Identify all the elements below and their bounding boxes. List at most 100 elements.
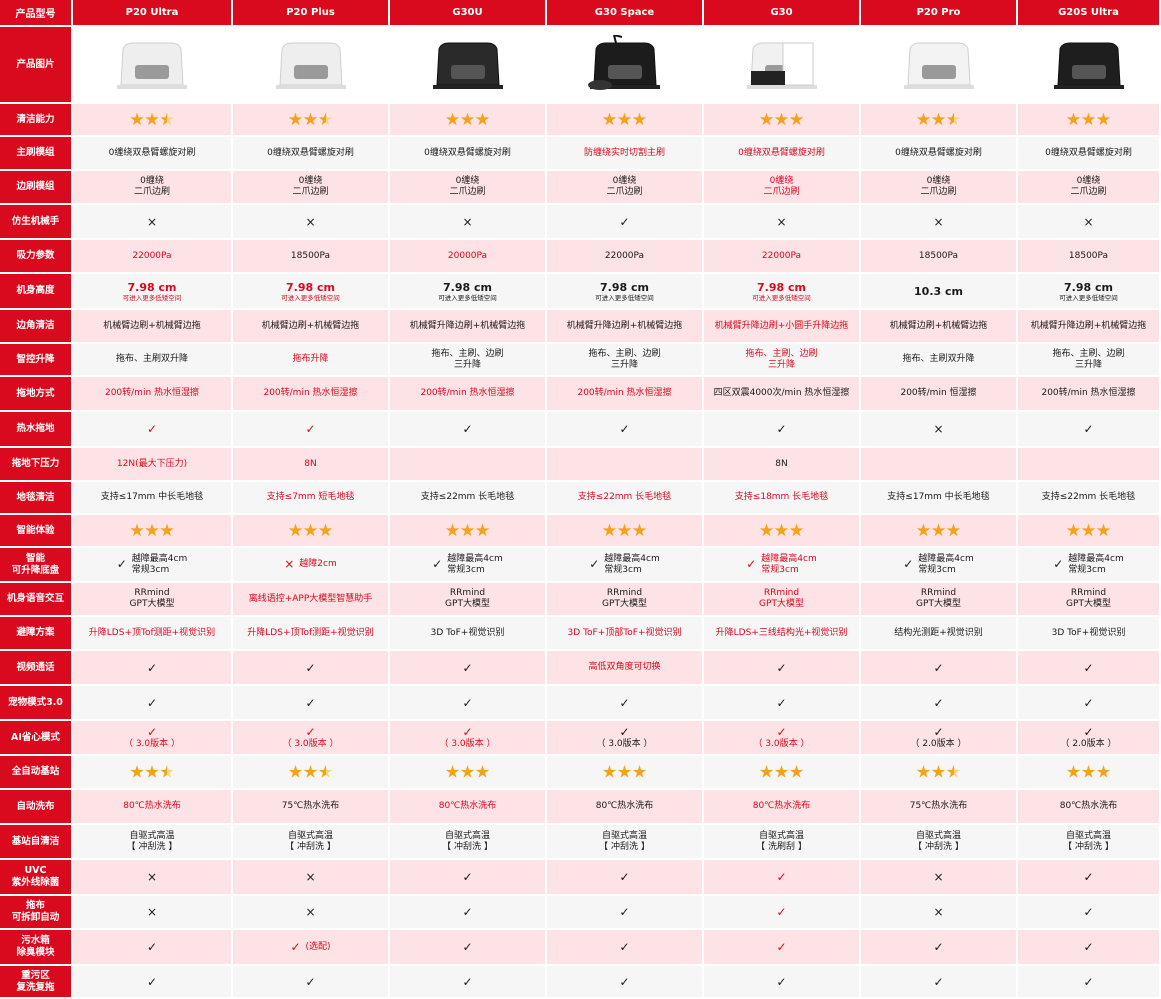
star-icon: [931, 765, 946, 778]
star-icon: [318, 523, 333, 537]
spec-cell: ✓: [861, 686, 1016, 719]
spec-text: 越障最高4cm 常规3cm: [131, 553, 188, 575]
check-icon: ✓: [933, 695, 944, 710]
spec-text: 自驱式高温 【 冲刮洗 】: [913, 830, 964, 852]
header-label: 产品型号: [0, 0, 71, 25]
spec-cell: ✓ （ 3.0版本 ）: [390, 721, 545, 754]
spec-cell: 10.3 cm: [861, 274, 1016, 308]
prefix-row: ✓ 越障最高4cm 常规3cm: [432, 554, 503, 576]
spec-cell: [704, 756, 859, 788]
spec-text: 机械臂升降边刷+机械臂边拖: [566, 320, 683, 331]
spec-cell: 支持≤22mm 长毛地毯: [547, 482, 702, 513]
star-rating: [130, 765, 174, 779]
spec-text: 支持≤7mm 短毛地毯: [266, 492, 355, 502]
spec-cell: ✓: [547, 930, 702, 964]
check-icon: ✓: [462, 905, 473, 919]
star-icon: [445, 765, 460, 778]
spec-cell: 75℃热水洗布: [233, 790, 388, 823]
robot-base-black-arm-icon: [587, 34, 660, 90]
row-label: 边刷模组: [0, 171, 71, 203]
star-icon: [145, 523, 159, 537]
spec-cell: ✓: [1018, 896, 1159, 928]
star-icon: [1081, 112, 1096, 126]
spec-text: 0缠绕 二爪边刷: [606, 176, 643, 197]
spec-text: 8N: [775, 458, 788, 469]
cross-icon: ×: [1083, 214, 1094, 229]
star-rating: [759, 112, 804, 127]
height-note: 可进入更多低矮空间: [595, 293, 654, 302]
spec-text: 机械臂边刷+机械臂边拖: [889, 320, 988, 331]
check-icon: ✓: [619, 974, 630, 989]
star-rating: [445, 765, 490, 779]
star-icon: [946, 112, 961, 126]
row-label: 重污区 复洗复拖: [0, 966, 71, 997]
check-icon: ✓: [776, 422, 787, 436]
star-rating: [288, 765, 333, 779]
spec-cell: ✓: [1018, 412, 1159, 446]
spec-text: 200转/min 热水恒湿擦: [577, 388, 672, 398]
spec-text: 拖布、主刷双升降: [902, 354, 975, 364]
spec-text: 200转/min 热水恒湿擦: [420, 388, 515, 398]
star-rating: [916, 112, 961, 127]
spec-cell: ✓: [547, 860, 702, 894]
star-rating: [130, 523, 174, 538]
spec-text: 75℃热水洗布: [909, 801, 968, 811]
row-label: 主刷模组: [0, 137, 71, 169]
check-icon: ✓: [776, 974, 787, 989]
spec-cell: ✓: [73, 412, 231, 446]
spec-cell: ✓: [861, 966, 1016, 997]
spec-text: 自驱式高温 【 冲刮洗 】: [599, 830, 650, 852]
star-icon: [789, 765, 804, 778]
spec-text: 8N: [304, 458, 317, 469]
product-image-cell: [1018, 27, 1159, 102]
spec-cell: 支持≤17mm 中长毛地毯: [73, 482, 231, 513]
check-icon: ✓: [462, 974, 473, 989]
spec-cell: [861, 756, 1016, 788]
robot-base-black-icon: [432, 42, 503, 89]
spec-cell: 0缠绕 二爪边刷: [1018, 171, 1159, 203]
height-note: 可进入更多低矮空间: [281, 293, 340, 302]
star-icon: [130, 523, 144, 537]
spec-cell: 0缠绕 二爪边刷: [704, 171, 859, 203]
spec-text: RRmind GPT大模型: [916, 588, 961, 609]
robot-base-white-icon: [117, 42, 187, 89]
spec-text: （ 2.0版本 ）: [910, 739, 967, 749]
spec-cell: 0缠绕双悬臂螺旋对刷: [704, 137, 859, 169]
star-rating: [916, 523, 961, 538]
star-icon: [318, 765, 333, 778]
spec-cell: 200转/min 热水恒湿擦: [547, 377, 702, 410]
spec-text: 200转/min 热水恒湿擦: [104, 388, 200, 398]
spec-text: RRmind GPT大模型: [445, 588, 490, 609]
spec-text: 拖布、主刷、边刷 三升降: [588, 348, 661, 370]
spec-text: (选配): [305, 941, 331, 952]
spec-text: 0缠绕双悬臂螺旋对刷: [1045, 147, 1132, 158]
spec-cell: 18500Pa: [233, 240, 388, 272]
spec-cell: 支持≤22mm 长毛地毯: [1018, 482, 1159, 513]
spec-cell: 18500Pa: [861, 240, 1016, 272]
spec-cell: ✓ 越障最高4cm 常规3cm: [704, 548, 859, 581]
spec-text: （ 3.0版本 ）: [596, 739, 653, 749]
spec-text: 80℃热水洗布: [123, 801, 181, 811]
spec-text: 0缠绕 二爪边刷: [763, 176, 800, 197]
star-icon: [303, 112, 318, 126]
spec-cell: [861, 515, 1016, 546]
spec-cell: ×: [861, 205, 1016, 238]
spec-text: 机械臂升降边刷+机械臂边拖: [1030, 320, 1147, 331]
spec-cell: ✓: [1018, 930, 1159, 964]
spec-cell: RRmind GPT大模型: [704, 583, 859, 615]
spec-cell: 0缠绕双悬臂螺旋对刷: [1018, 137, 1159, 169]
spec-text: 自驱式高温 【 洗刷刮 】: [756, 830, 807, 852]
spec-cell: ✓: [390, 412, 545, 446]
spec-cell: RRmind GPT大模型: [390, 583, 545, 615]
check-icon: ✓: [933, 974, 944, 989]
spec-cell: ✓: [1018, 860, 1159, 894]
star-icon: [460, 523, 475, 537]
star-rating: [602, 112, 647, 127]
model-header: G30U: [390, 0, 545, 25]
spec-cell: [704, 104, 859, 135]
robot-base-black-icon: [1053, 42, 1124, 89]
spec-cell: 200转/min 热水恒湿擦: [233, 377, 388, 410]
robot-base-white-icon: [275, 42, 346, 89]
check-icon: ✓: [146, 422, 158, 436]
spec-cell: [1018, 515, 1159, 546]
